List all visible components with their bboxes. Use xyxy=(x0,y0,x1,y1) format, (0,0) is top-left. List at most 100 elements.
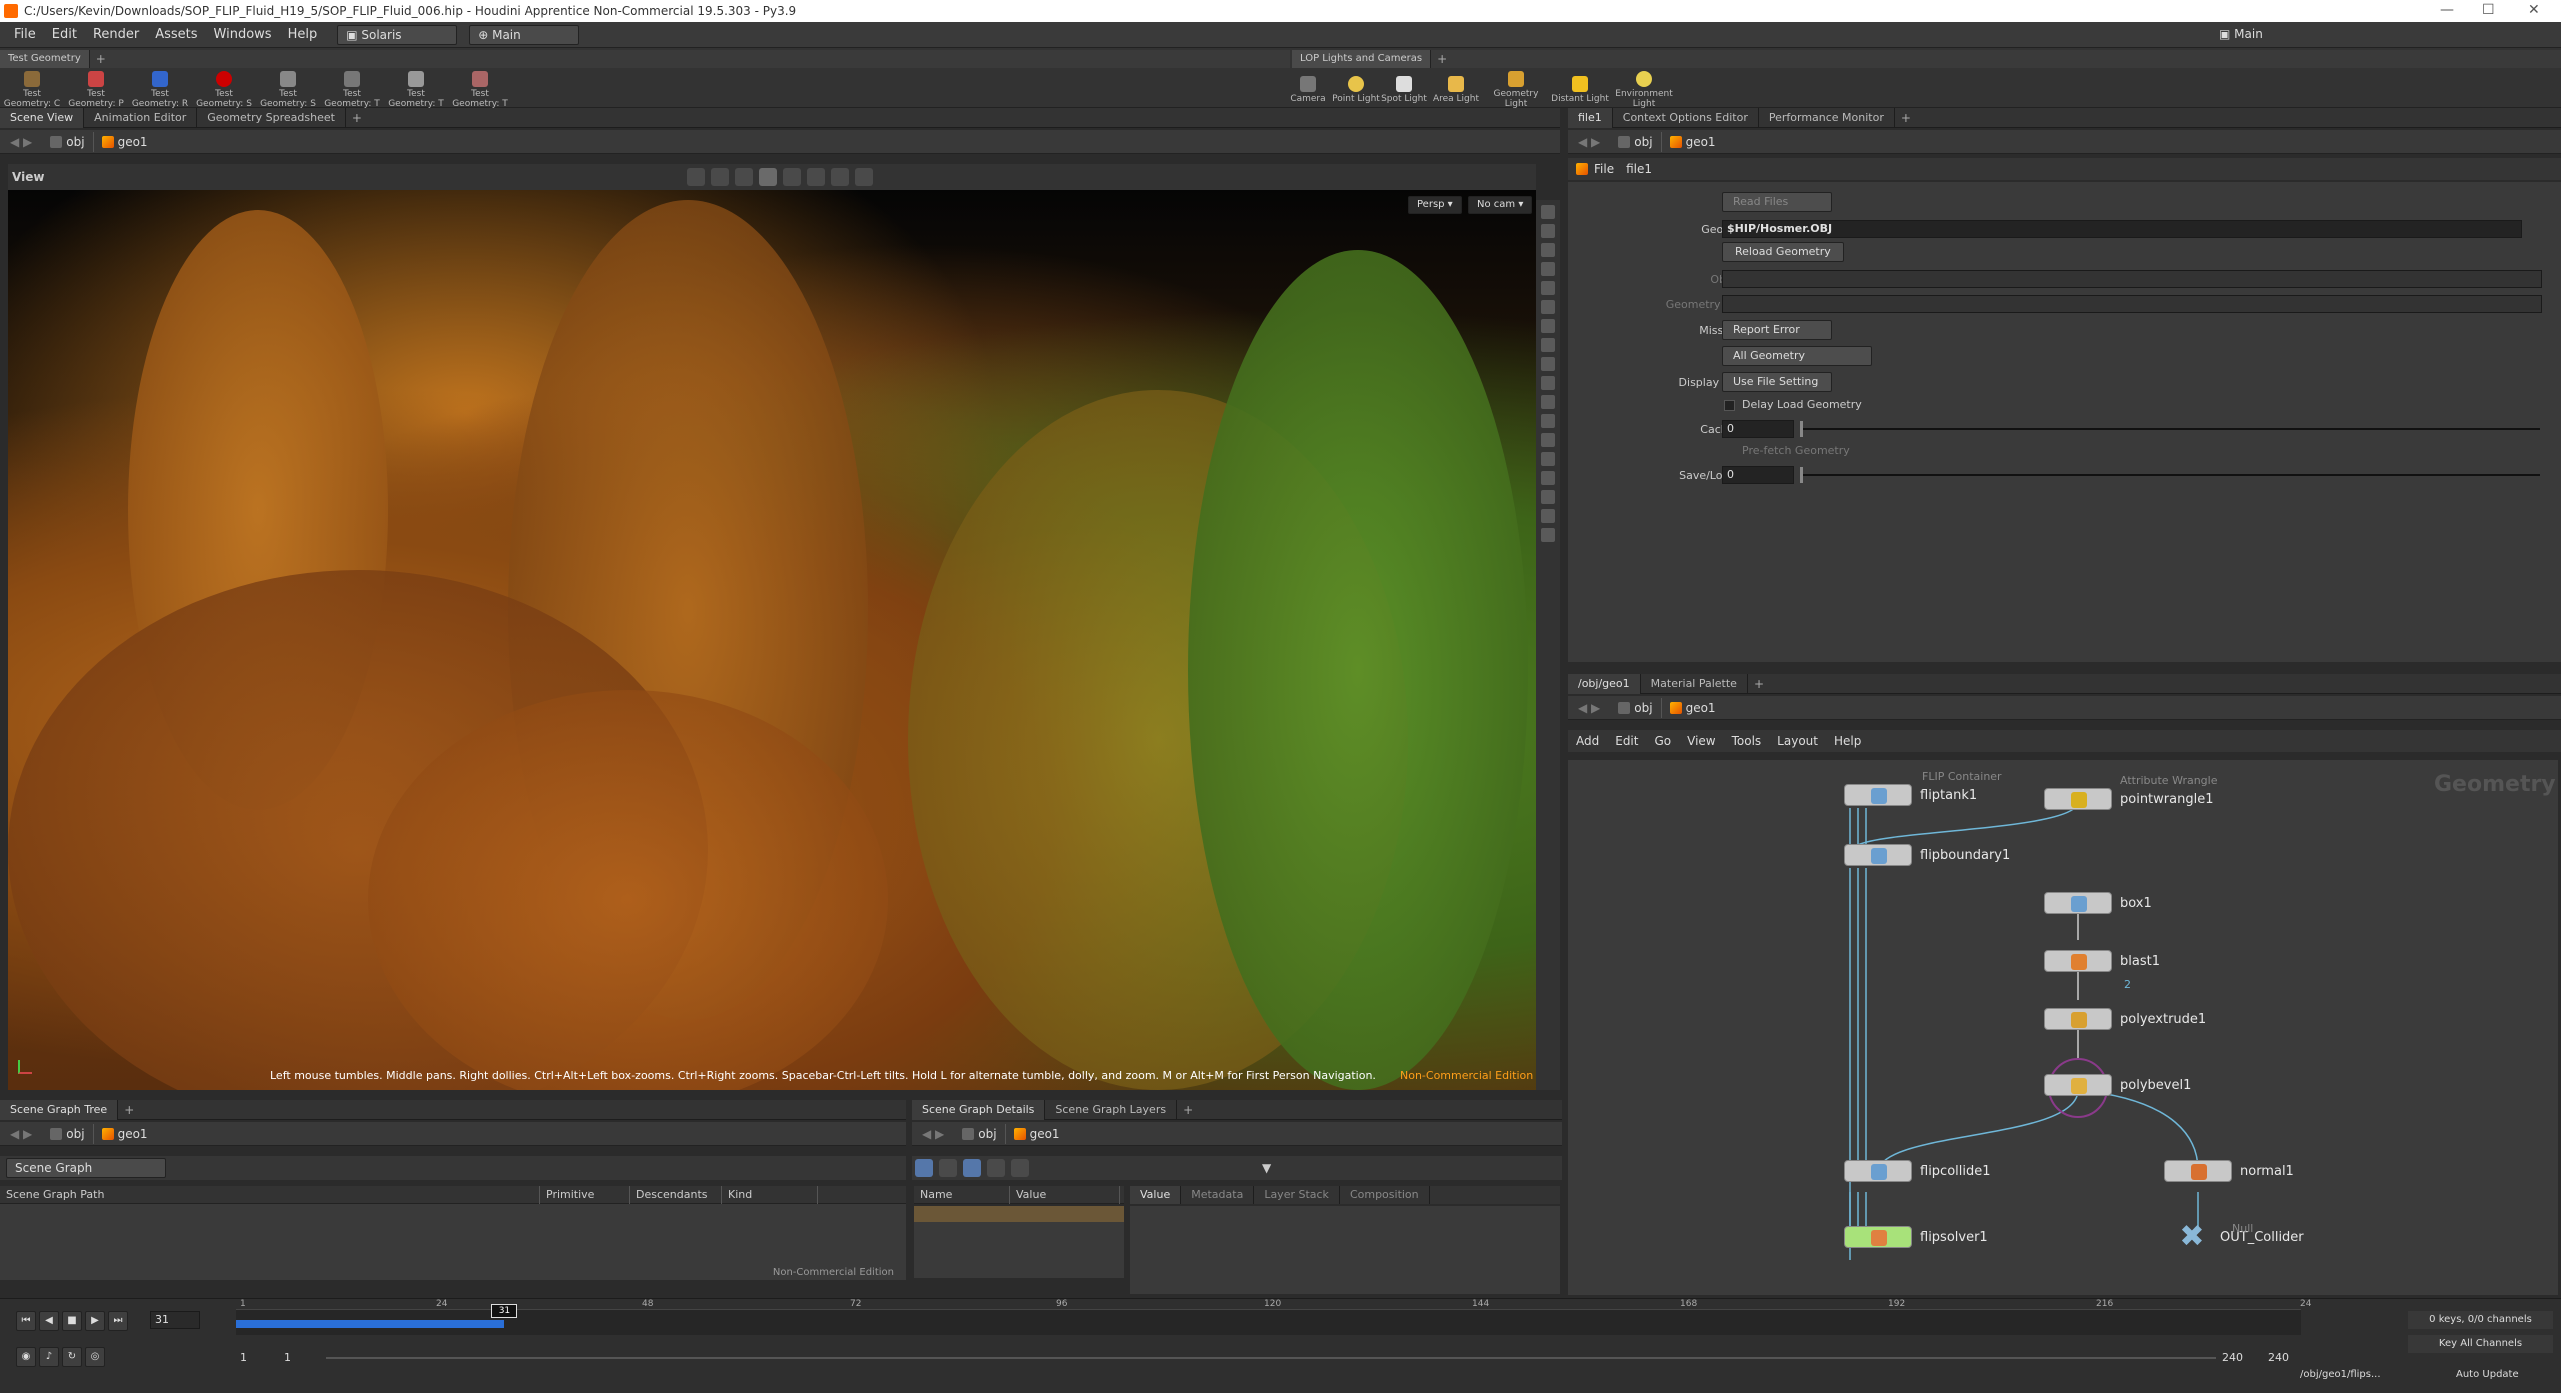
add-shelf-icon[interactable]: + xyxy=(96,52,106,66)
slider-knob[interactable] xyxy=(1800,467,1803,483)
fog-icon[interactable] xyxy=(1541,471,1555,485)
info-icon[interactable] xyxy=(1541,528,1555,542)
save-load-retries-field[interactable]: 0 xyxy=(1722,466,1794,484)
shelf-tool-point-light[interactable]: Point Light xyxy=(1332,73,1380,104)
stop-button[interactable]: ■ xyxy=(62,1311,82,1331)
path-obj[interactable]: obj xyxy=(42,1123,94,1144)
network-menu-view[interactable]: View xyxy=(1679,728,1723,754)
camera-icon[interactable] xyxy=(1541,509,1555,523)
3d-viewport[interactable]: Persp ▾ No cam ▾ xyxy=(8,190,1536,1090)
node-name[interactable]: file1 xyxy=(1626,162,1652,176)
slider-knob[interactable] xyxy=(1800,421,1803,437)
visibility-icon[interactable] xyxy=(1541,319,1555,333)
menu-assets[interactable]: Assets xyxy=(147,22,205,48)
col-primitive-type[interactable]: Primitive Type xyxy=(540,1185,630,1219)
subtab-value[interactable]: Value xyxy=(1130,1186,1182,1204)
display-packed-menu[interactable]: Use File Setting xyxy=(1722,372,1832,392)
tab-obj-geo1[interactable]: /obj/geo1 xyxy=(1568,673,1641,694)
geometry-file-field[interactable]: $HIP/Hosmer.OBJ xyxy=(1722,220,2522,238)
tab-scene-graph-tree[interactable]: Scene Graph Tree xyxy=(0,1099,119,1120)
close-button[interactable]: ✕ xyxy=(2528,2,2540,18)
add-tab-icon[interactable]: + xyxy=(1183,1103,1193,1117)
network-menu-layout[interactable]: Layout xyxy=(1769,728,1826,754)
node-body[interactable] xyxy=(2044,950,2112,972)
load-menu[interactable]: All Geometry xyxy=(1722,346,1872,366)
node-body[interactable] xyxy=(1844,784,1912,806)
network-menu-edit[interactable]: Edit xyxy=(1607,728,1646,754)
shelf-tool-test-geo-t3[interactable]: Test Geometry: T xyxy=(448,68,512,109)
add-tab-icon[interactable]: + xyxy=(1754,677,1764,691)
add-tab-icon[interactable]: + xyxy=(352,111,362,125)
node-body[interactable] xyxy=(2044,1074,2112,1096)
subtab-metadata[interactable]: Metadata xyxy=(1181,1186,1255,1204)
list-view-icon[interactable] xyxy=(915,1159,933,1177)
path-geo1[interactable]: geo1 xyxy=(94,1124,794,1144)
select-mode-icon[interactable] xyxy=(687,168,706,186)
shelf-tool-test-geo-s2[interactable]: Test Geometry: S xyxy=(256,68,320,109)
cache-frames-field[interactable]: 0 xyxy=(1722,420,1794,438)
range-end-2[interactable]: 240 xyxy=(2268,1351,2289,1364)
status-path[interactable]: /obj/geo1/flips... xyxy=(2300,1369,2381,1380)
shelf-tool-test-geo-p[interactable]: Test Geometry: P xyxy=(64,68,128,109)
node-polybevel1[interactable]: polybevel1 xyxy=(2044,1074,2191,1096)
loop-icon[interactable]: ↻ xyxy=(62,1347,82,1367)
range-slider[interactable] xyxy=(326,1357,2216,1359)
shelf-tool-test-geo-c[interactable]: Test Geometry: C xyxy=(0,68,64,109)
key-all-channels-button[interactable]: Key All Channels xyxy=(2408,1335,2553,1353)
minimize-button[interactable]: — xyxy=(2440,2,2454,18)
subtab-composition[interactable]: Composition xyxy=(1340,1186,1430,1204)
tab-scene-view[interactable]: Scene View xyxy=(0,107,85,128)
tab-geometry-spreadsheet[interactable]: Geometry Spreadsheet xyxy=(197,107,346,128)
lock-icon[interactable] xyxy=(1541,224,1555,238)
geometry-data-path-field[interactable] xyxy=(1722,295,2542,313)
light-icon[interactable] xyxy=(1541,243,1555,257)
shelf-tool-spot-light[interactable]: Spot Light xyxy=(1380,73,1428,104)
node-flipsolver1[interactable]: flipsolver1 xyxy=(1844,1226,1988,1248)
tab-performance-monitor[interactable]: Performance Monitor xyxy=(1759,107,1895,128)
jump-start-button[interactable]: ⏮ xyxy=(16,1311,36,1331)
node-body[interactable] xyxy=(1844,844,1912,866)
node-fliptank1[interactable]: fliptank1 xyxy=(1844,784,1977,806)
shelf-tool-area-light[interactable]: Area Light xyxy=(1428,73,1484,104)
missing-frame-menu[interactable]: Report Error xyxy=(1722,320,1832,340)
shading-icon[interactable] xyxy=(759,168,778,186)
desktop-select[interactable]: ▣ Solaris xyxy=(337,24,458,45)
ghost-icon[interactable] xyxy=(1541,281,1555,295)
tab-scene-graph-details[interactable]: Scene Graph Details xyxy=(912,1099,1046,1120)
reload-geometry-button[interactable]: Reload Geometry xyxy=(1722,242,1844,262)
back-forward-icon[interactable]: ◀ ▶ xyxy=(912,1127,954,1141)
shelf-tab-test-geometry[interactable]: Test Geometry xyxy=(0,50,90,68)
timeline-track[interactable]: 31 xyxy=(236,1304,2301,1335)
shelf-tool-test-geo-r[interactable]: Test Geometry: R xyxy=(128,68,192,109)
number-icon[interactable] xyxy=(1541,433,1555,447)
network-menu-add[interactable]: Add xyxy=(1568,728,1607,754)
path-geo1[interactable]: geo1 xyxy=(1006,1124,1486,1144)
tab-file1[interactable]: file1 xyxy=(1568,107,1613,128)
menu-render[interactable]: Render xyxy=(85,22,147,48)
node-body[interactable] xyxy=(2164,1160,2232,1182)
node-blast1[interactable]: blast1 xyxy=(2044,950,2160,972)
normal-icon[interactable] xyxy=(1541,395,1555,409)
grid-view-icon[interactable] xyxy=(1011,1159,1029,1177)
grid-icon[interactable] xyxy=(1541,357,1555,371)
file-mode-menu[interactable]: Read Files xyxy=(1722,192,1832,212)
subtab-layer-stack[interactable]: Layer Stack xyxy=(1254,1186,1340,1204)
shelf-tool-geometry-light[interactable]: Geometry Light xyxy=(1484,68,1548,109)
back-forward-icon[interactable]: ◀ ▶ xyxy=(0,135,42,149)
shelf-tool-test-geo-t1[interactable]: Test Geometry: T xyxy=(320,68,384,109)
col-name[interactable]: Name xyxy=(914,1185,1010,1204)
vector-icon[interactable] xyxy=(1541,414,1555,428)
wireframe-icon[interactable] xyxy=(783,168,802,186)
tab-material-palette[interactable]: Material Palette xyxy=(1641,673,1748,694)
point-icon[interactable] xyxy=(1541,376,1555,390)
row-view-icon[interactable] xyxy=(987,1159,1005,1177)
back-forward-icon[interactable]: ◀ ▶ xyxy=(1568,135,1610,149)
realtime-icon[interactable]: ◉ xyxy=(16,1347,36,1367)
timeline-cursor[interactable]: 31 xyxy=(491,1304,518,1318)
bound-icon[interactable] xyxy=(1541,490,1555,504)
right-desktop-select[interactable]: ▣ Main xyxy=(2211,24,2361,45)
handle-icon[interactable] xyxy=(735,168,754,186)
path-obj[interactable]: obj xyxy=(954,1123,1006,1144)
shelf-tool-environment-light[interactable]: Environment Light xyxy=(1612,68,1676,109)
node-polyextrude1[interactable]: polyextrude1 xyxy=(2044,1008,2206,1030)
